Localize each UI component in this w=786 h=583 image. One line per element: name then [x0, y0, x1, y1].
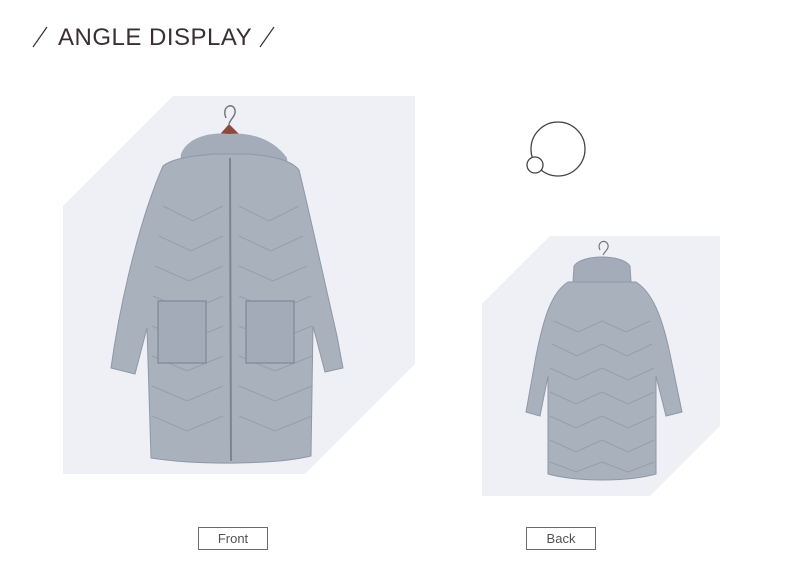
slash-decoration-left — [31, 25, 51, 49]
front-view-label: Front — [198, 527, 268, 550]
back-view-label: Back — [526, 527, 596, 550]
slash-decoration-right — [258, 25, 278, 49]
front-view-image — [63, 96, 415, 474]
page-title: ANGLE DISPLAY — [58, 24, 253, 51]
page-header: ANGLE DISPLAY — [0, 0, 786, 70]
rotate-360-icon — [524, 119, 588, 181]
back-view-image — [482, 236, 720, 496]
